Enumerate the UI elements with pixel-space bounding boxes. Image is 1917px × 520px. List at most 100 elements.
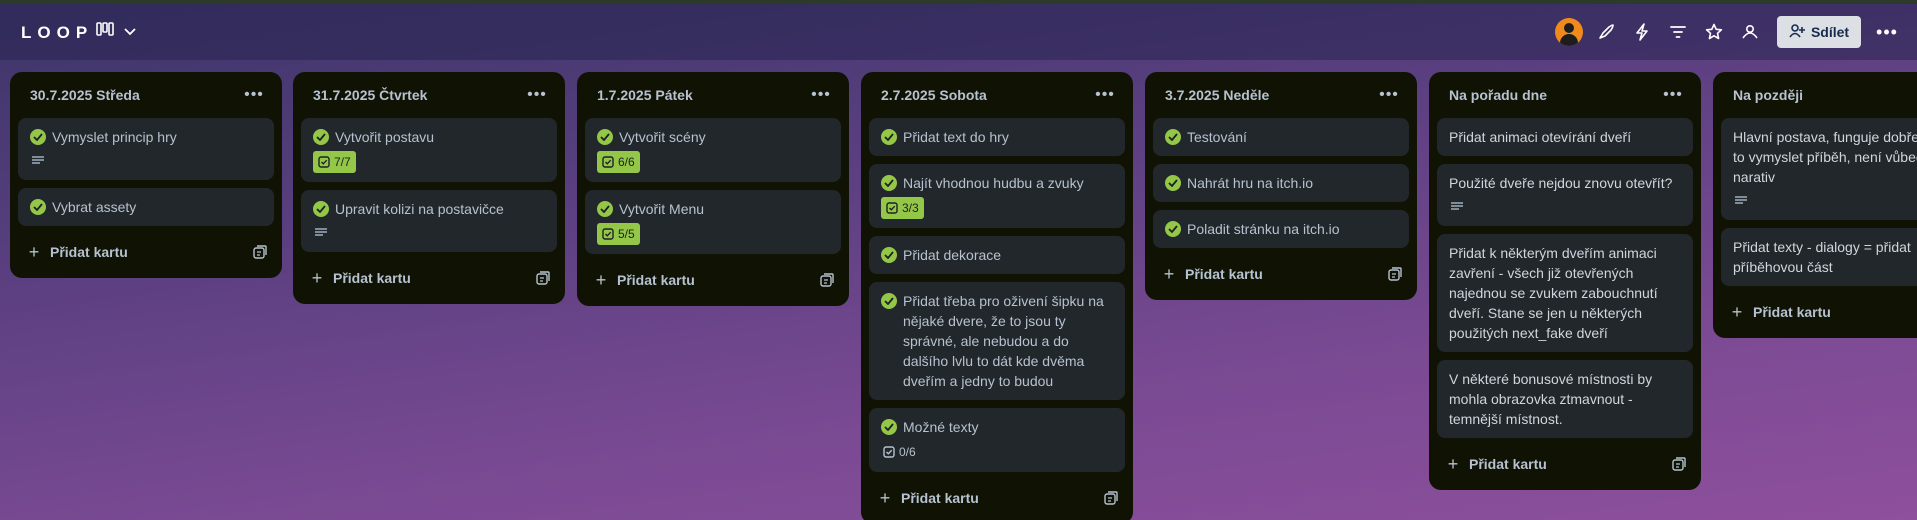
complete-check-icon[interactable] [597, 129, 613, 145]
complete-check-icon[interactable] [1165, 175, 1181, 191]
chevron-down-icon [124, 23, 136, 41]
add-card-button[interactable]: + Přidat kartu [593, 270, 695, 291]
list-title[interactable]: Na pořadu dne [1449, 87, 1547, 103]
complete-check-icon[interactable] [313, 129, 329, 145]
add-card-label: Přidat kartu [50, 244, 128, 260]
create-from-template-icon[interactable] [535, 270, 551, 286]
card-title: Upravit kolizi na postavičce [335, 201, 504, 217]
complete-check-icon[interactable] [881, 175, 897, 191]
list-title[interactable]: 2.7.2025 Sobota [881, 87, 987, 103]
list-column[interactable]: 2.7.2025 Sobota ••• Přidat text do hry Nají… [861, 72, 1133, 520]
list-title[interactable]: 31.7.2025 Čtvrtek [313, 87, 427, 103]
add-card-button[interactable]: + Přidat kartu [1161, 264, 1263, 285]
automation-icon[interactable] [1629, 19, 1655, 45]
list-menu-icon[interactable]: ••• [242, 86, 266, 104]
add-card-button[interactable]: + Přidat kartu [26, 242, 128, 263]
complete-check-icon[interactable] [30, 199, 46, 215]
list-column[interactable]: 3.7.2025 Neděle ••• Testování Nahrát hru na… [1145, 72, 1417, 300]
card[interactable]: Testování [1153, 118, 1409, 156]
card[interactable]: Hlavní postava, funguje dobře. Chce to v… [1721, 118, 1917, 220]
list-title[interactable]: 30.7.2025 Středa [30, 87, 140, 103]
list-menu-icon[interactable]: ••• [1377, 86, 1401, 104]
complete-check-icon[interactable] [597, 201, 613, 217]
share-button[interactable]: Sdílet [1777, 16, 1861, 48]
add-card-button[interactable]: + Přidat kartu [1445, 454, 1547, 475]
list-title[interactable]: 1.7.2025 Pátek [597, 87, 693, 103]
complete-check-icon[interactable] [881, 293, 897, 309]
checklist-count: 3/3 [902, 201, 919, 215]
checklist-count: 5/5 [618, 227, 635, 241]
complete-check-icon[interactable] [881, 129, 897, 145]
card[interactable]: Poladit stránku na itch.io [1153, 210, 1409, 248]
card[interactable]: Přidat texty - dialogy = přidat příběhov… [1721, 228, 1917, 286]
card[interactable]: Přidat animaci otevírání dveří [1437, 118, 1693, 156]
complete-check-icon[interactable] [1165, 129, 1181, 145]
list-column[interactable]: 30.7.2025 Středa ••• Vymyslet princip hry V… [10, 72, 282, 278]
complete-check-icon[interactable] [1165, 221, 1181, 237]
add-card-button[interactable]: + Přidat kartu [309, 268, 411, 289]
card[interactable]: Upravit kolizi na postavičce [301, 190, 557, 252]
list-menu-icon[interactable]: ••• [525, 86, 549, 104]
card[interactable]: Možné texty 0/6 [869, 408, 1125, 472]
create-from-template-icon[interactable] [252, 244, 268, 260]
card[interactable]: Nahrát hru na itch.io [1153, 164, 1409, 202]
card[interactable]: Vytvořit scény 6/6 [585, 118, 841, 182]
card-title: V některé bonusové místnosti by mohla ob… [1449, 371, 1653, 427]
card[interactable]: Vybrat assety [18, 188, 274, 226]
list-column[interactable]: 31.7.2025 Čtvrtek ••• Vytvořit postavu 7/7 U… [293, 72, 565, 304]
complete-check-icon[interactable] [313, 201, 329, 217]
card-title-row: Vymyslet princip hry [30, 127, 262, 147]
card[interactable]: V některé bonusové místnosti by mohla ob… [1437, 360, 1693, 438]
card-title-row: Přidat animaci otevírání dveří [1449, 127, 1681, 147]
list-menu-icon[interactable]: ••• [1661, 86, 1685, 104]
card-title: Poladit stránku na itch.io [1187, 221, 1340, 237]
complete-check-icon[interactable] [30, 129, 46, 145]
card[interactable]: Vytvořit Menu 5/5 [585, 190, 841, 254]
card[interactable]: Najít vhodnou hudbu a zvuky 3/3 [869, 164, 1125, 228]
card[interactable]: Použité dveře nejdou znovu otevřít? [1437, 164, 1693, 226]
card[interactable]: Přidat text do hry [869, 118, 1125, 156]
list-header: Na později••• [1721, 72, 1917, 118]
list-title[interactable]: 3.7.2025 Neděle [1165, 87, 1269, 103]
description-icon [313, 225, 329, 241]
complete-check-icon[interactable] [881, 247, 897, 263]
checklist-count: 0/6 [899, 445, 916, 459]
card-title: Testování [1187, 129, 1247, 145]
list-column[interactable]: Na pořadu dne ••• Přidat animaci otevírání… [1429, 72, 1701, 490]
complete-check-icon[interactable] [881, 419, 897, 435]
card-title: Možné texty [903, 419, 979, 435]
list-menu-icon[interactable]: ••• [809, 86, 833, 104]
checklist-count: 7/7 [334, 155, 351, 169]
card[interactable]: Přidat třeba pro oživení šipku na nějaké… [869, 282, 1125, 400]
list-header: 2.7.2025 Sobota ••• [869, 72, 1125, 118]
list-title[interactable]: Na později [1733, 87, 1803, 103]
card[interactable]: Vymyslet princip hry [18, 118, 274, 180]
checklist-icon [602, 228, 614, 240]
card-badges [30, 151, 262, 171]
visibility-icon[interactable] [1737, 19, 1763, 45]
add-card-button[interactable]: + Přidat kartu [877, 488, 979, 509]
star-icon[interactable] [1701, 19, 1727, 45]
card[interactable]: Přidat k některým dveřím animaci zavření… [1437, 234, 1693, 352]
create-from-template-icon[interactable] [819, 272, 835, 288]
board-header: LOOP Sdílet ••• [0, 4, 1917, 60]
list-menu-icon[interactable]: ••• [1093, 86, 1117, 104]
view-switcher[interactable] [96, 22, 136, 41]
list-column[interactable]: Na později••• Hlavní postava, funguje dob… [1713, 72, 1917, 338]
create-from-template-icon[interactable] [1103, 490, 1119, 506]
list-footer: + Přidat kartu [301, 260, 557, 296]
board-title[interactable]: LOOP [21, 23, 93, 43]
add-card-button[interactable]: + Přidat kartu [1729, 302, 1831, 323]
card[interactable]: Vytvořit postavu 7/7 [301, 118, 557, 182]
create-from-template-icon[interactable] [1387, 266, 1403, 282]
create-from-template-icon[interactable] [1671, 456, 1687, 472]
more-icon[interactable]: ••• [1873, 18, 1901, 46]
list-column[interactable]: 1.7.2025 Pátek ••• Vytvořit scény 6/6 Vytvoř… [577, 72, 849, 306]
card[interactable]: Přidat dekorace [869, 236, 1125, 274]
checklist-badge: 7/7 [313, 151, 356, 173]
checklist-badge: 6/6 [597, 151, 640, 173]
filter-icon[interactable] [1665, 19, 1691, 45]
plus-icon: + [28, 241, 40, 262]
power-ups-icon[interactable] [1593, 19, 1619, 45]
member-avatar[interactable] [1555, 18, 1583, 46]
